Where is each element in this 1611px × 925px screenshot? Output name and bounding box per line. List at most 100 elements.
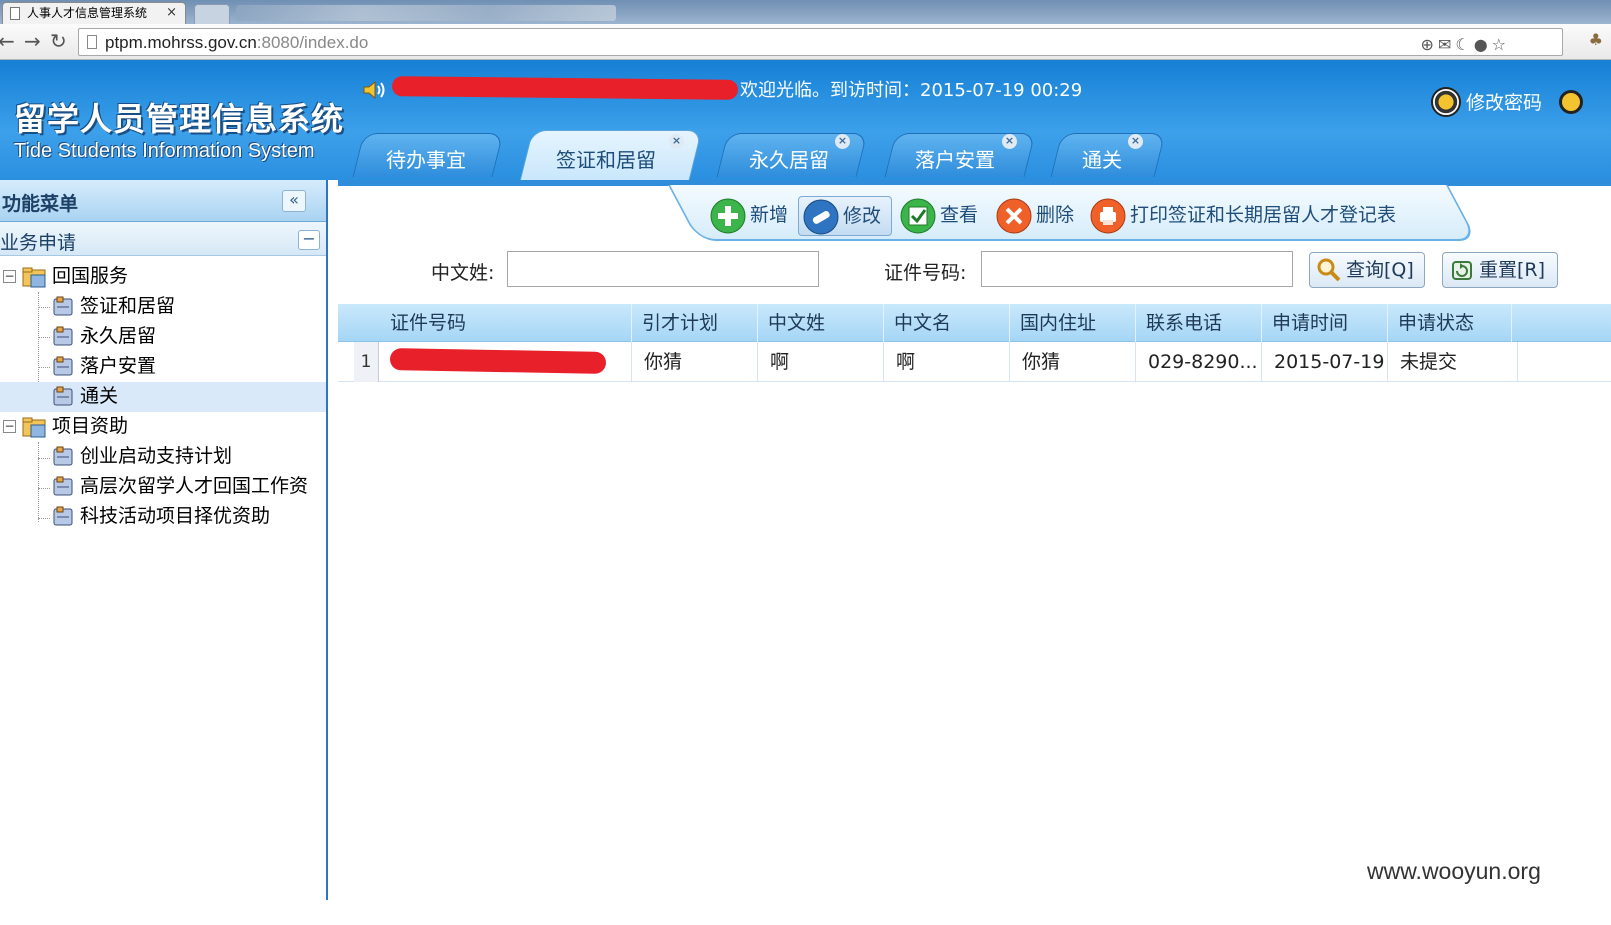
sidebar-item-high-level-talent[interactable]: 高层次留学人才回国工作资 (0, 472, 326, 502)
cell-talent-plan: 你猜 (632, 342, 758, 382)
column-header[interactable]: 中文姓 (758, 304, 884, 342)
sidebar-item-startup-support[interactable]: 创业启动支持计划 (0, 442, 326, 472)
url-text: ptpm.mohrss.gov.cn:8080/index.do (105, 33, 368, 53)
checkmark-icon (900, 198, 936, 234)
column-header[interactable]: 联系电话 (1136, 304, 1262, 342)
print-registration-button[interactable]: 打印签证和长期居留人才登记表 (1086, 196, 1422, 236)
document-node-icon (53, 326, 73, 346)
tab-close-icon[interactable]: × (1002, 134, 1017, 149)
tree-label: 科技活动项目择优资助 (80, 505, 271, 527)
tab-close-icon[interactable]: × (669, 134, 684, 149)
document-node-icon (53, 386, 73, 406)
redaction-mark (391, 76, 739, 100)
page-icon (87, 35, 97, 49)
extension-icons[interactable]: ⊕✉☾●☆ (1421, 35, 1510, 54)
browser-tab-title: 人事人才信息管理系统 (27, 6, 148, 20)
lock-icon[interactable] (1431, 87, 1461, 117)
column-header[interactable]: 申请状态 (1388, 304, 1512, 342)
extension-icon[interactable]: ♣ (1589, 30, 1603, 49)
tree-label: 回国服务 (52, 265, 129, 287)
reload-icon[interactable]: ↻ (50, 29, 67, 53)
edit-button[interactable]: 修改 (798, 196, 892, 236)
tab-close-icon[interactable]: × (1128, 134, 1143, 149)
query-button-label: 查询[Q] (1346, 259, 1414, 281)
sidebar-item-permanent-residence[interactable]: 永久居留 (0, 322, 326, 352)
sidebar-item-tech-activity-funding[interactable]: 科技活动项目择优资助 (0, 502, 326, 532)
url-path: :8080/index.do (256, 33, 369, 52)
column-header[interactable]: 中文名 (884, 304, 1010, 342)
cell-status: 未提交 (1388, 342, 1518, 382)
column-header[interactable]: 申请时间 (1262, 304, 1388, 342)
collapse-sidebar-button[interactable]: « (282, 190, 306, 212)
row-number: 1 (354, 342, 379, 382)
view-button[interactable]: 查看 (896, 196, 986, 236)
document-node-icon (53, 446, 73, 466)
print-button-label: 打印签证和长期居留人才登记表 (1130, 204, 1397, 226)
forward-arrow-icon[interactable]: → (24, 29, 41, 53)
logo-title: 留学人员管理信息系统 (14, 100, 345, 138)
tab-settlement-label: 落户安置 (915, 148, 995, 172)
sidebar-item-settlement[interactable]: 落户安置 (0, 352, 326, 382)
surname-label: 中文姓: (431, 262, 495, 284)
sidebar-section-header[interactable]: 业务申请 − (0, 222, 326, 256)
main-panel (338, 180, 1611, 900)
sidebar: 功能菜单 « 业务申请 − − 回国服务 签证和居留 永久居留 落户安置 通关 … (0, 180, 328, 900)
magnifier-icon (1317, 258, 1341, 282)
tab-close-icon[interactable]: × (835, 134, 850, 149)
edit-button-label: 修改 (843, 205, 882, 227)
cell-surname: 啊 (758, 342, 884, 382)
new-tab-button[interactable] (194, 4, 230, 24)
printer-icon (1090, 198, 1126, 234)
plus-icon (710, 198, 746, 234)
tree-label: 高层次留学人才回国工作资 (80, 475, 309, 497)
column-header[interactable]: 证件号码 (380, 304, 632, 342)
column-header[interactable]: 引才计划 (632, 304, 758, 342)
cert-number-label: 证件号码: (884, 262, 967, 284)
logo-subtitle: Tide Students Information System (14, 140, 315, 162)
back-arrow-icon[interactable]: ← (0, 29, 15, 53)
welcome-text: 欢迎光临。到访时间：2015-07-19 00:29 (740, 80, 1083, 101)
browser-tab[interactable]: 人事人才信息管理系统 × (2, 2, 186, 24)
tree-folder-project-funding[interactable]: − 项目资助 (0, 412, 326, 442)
cert-number-input[interactable] (981, 251, 1293, 287)
table-header: 证件号码 引才计划 中文姓 中文名 国内住址 联系电话 申请时间 申请状态 (338, 304, 1611, 342)
cell-phone: 029-8290... (1136, 342, 1262, 382)
tree-label: 创业启动支持计划 (80, 445, 233, 467)
tree-expander-icon[interactable]: − (3, 420, 16, 433)
tab-todo-label: 待办事宜 (386, 148, 466, 172)
delete-button-label: 删除 (1036, 204, 1075, 226)
speaker-icon (363, 80, 385, 100)
document-node-icon (53, 296, 73, 316)
sidebar-section-label: 业务申请 (0, 232, 77, 254)
tab-close-icon[interactable]: × (166, 3, 177, 23)
tree-label: 落户安置 (80, 355, 157, 377)
sidebar-item-visa-residence[interactable]: 签证和居留 (0, 292, 326, 322)
url-host: ptpm.mohrss.gov.cn (105, 33, 257, 52)
column-header[interactable]: 国内住址 (1010, 304, 1136, 342)
delete-button[interactable]: 删除 (992, 196, 1084, 236)
add-button[interactable]: 新增 (706, 196, 796, 236)
cell-given-name: 啊 (884, 342, 1010, 382)
section-collapse-button[interactable]: − (298, 230, 320, 250)
address-bar[interactable]: ptpm.mohrss.gov.cn:8080/index.do ⊕✉☾●☆ (78, 28, 1563, 56)
exit-icon[interactable] (1559, 90, 1583, 114)
query-button[interactable]: 查询[Q] (1309, 252, 1425, 288)
add-button-label: 新增 (750, 204, 789, 226)
change-password-link[interactable]: 修改密码 (1466, 88, 1542, 115)
tree-expander-icon[interactable]: − (3, 270, 16, 283)
reset-button[interactable]: 重置[R] (1442, 252, 1558, 288)
document-node-icon (53, 506, 73, 526)
cell-apply-date: 2015-07-19 (1262, 342, 1388, 382)
reset-button-label: 重置[R] (1479, 259, 1546, 281)
tree-label: 通关 (80, 385, 119, 407)
watermark: www.wooyun.org (1367, 858, 1541, 884)
folder-icon (22, 417, 46, 438)
tree-folder-return-service[interactable]: − 回国服务 (0, 262, 326, 292)
tab-visa-residence-label: 签证和居留 (556, 148, 656, 172)
tab-permanent-residence-label: 永久居留 (749, 148, 829, 172)
pencil-icon (803, 199, 839, 235)
sidebar-item-customs[interactable]: 通关 (0, 382, 326, 412)
document-node-icon (53, 476, 73, 496)
surname-input[interactable] (507, 251, 819, 287)
reset-icon (1452, 261, 1472, 280)
